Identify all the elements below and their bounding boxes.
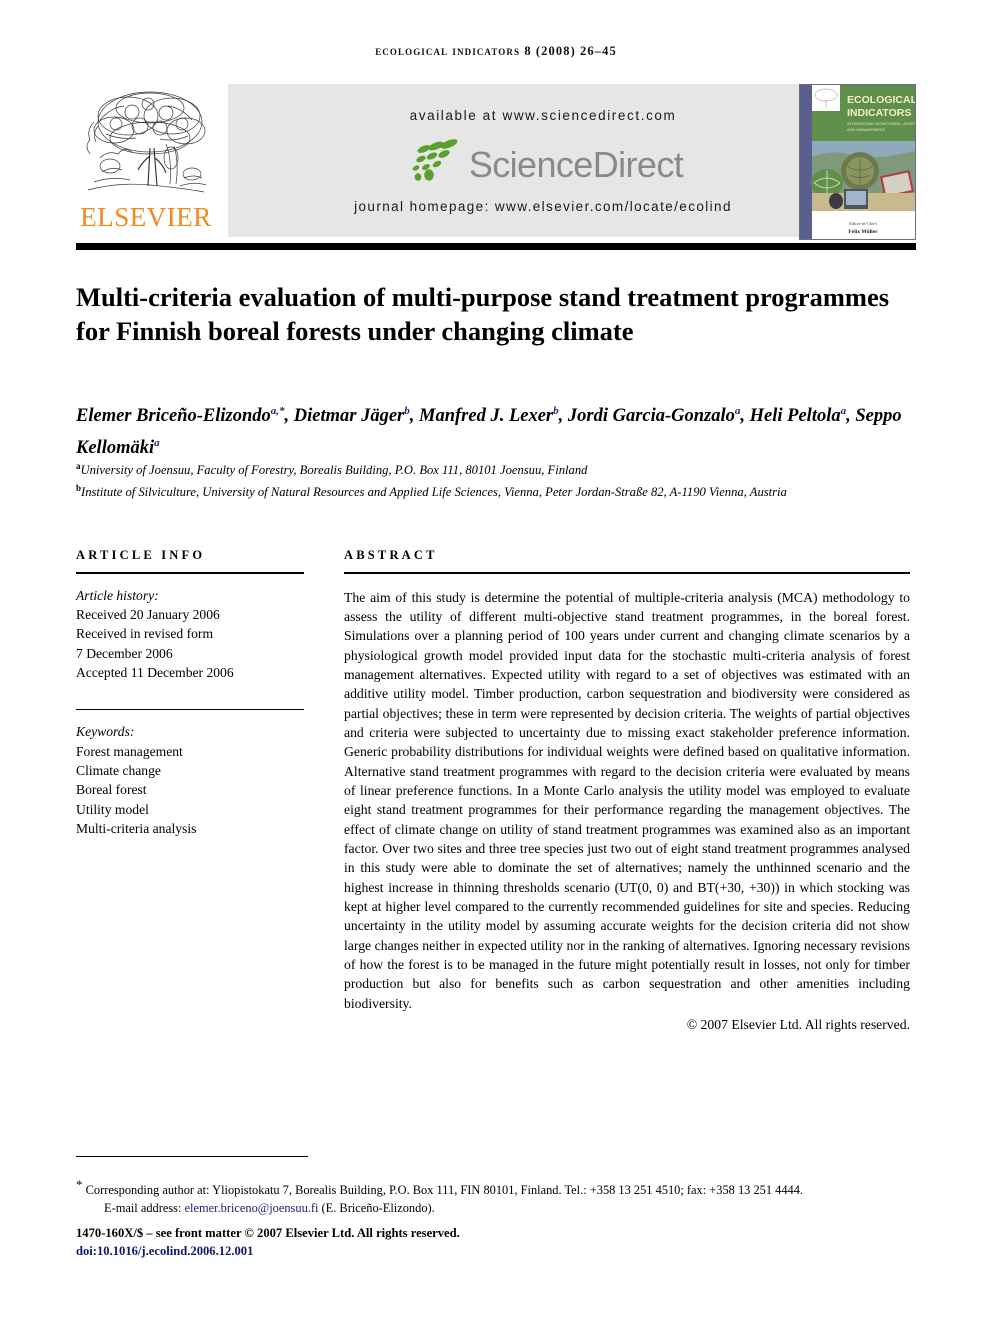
journal-homepage-text: journal homepage: www.elsevier.com/locat… [354,199,732,214]
affiliation-a: aUniversity of Joensuu, Faculty of Fores… [76,461,588,478]
article-info-heading: ARTICLE INFO [76,548,206,562]
keyword-item: Utility model [76,801,149,817]
svg-text:AND MANAGEMENT: AND MANAGEMENT [847,127,886,132]
article-history-block: Article history: Received 20 January 200… [76,586,304,683]
journal-cover-thumbnail: ECOLOGICAL INDICATORS INTEGRATING MONITO… [799,84,916,240]
svg-text:ECOLOGICAL: ECOLOGICAL [847,94,915,106]
abstract-body: The aim of this study is determine the p… [344,589,910,1011]
abstract-heading: ABSTRACT [344,548,438,562]
elsevier-wordmark: ELSEVIER [80,202,212,232]
keywords-divider [76,708,304,711]
sciencedirect-wordmark: ScienceDirect [468,144,684,185]
footer-divider-rule [76,1156,308,1158]
issn-line: 1470-160X/$ – see front matter © 2007 El… [76,1226,460,1241]
affiliation-b: bInstitute of Silviculture, University o… [76,482,787,499]
keywords-block: Keywords: Forest management Climate chan… [76,722,304,838]
keyword-item: Climate change [76,763,161,779]
journal-header-band: ELSEVIER available at www.sciencedirect.… [76,84,916,240]
history-revised-label: Received in revised form [76,626,214,642]
svg-text:Felix Müller: Felix Müller [848,229,878,235]
asterisk-icon: * [76,1177,83,1192]
sciencedirect-leaf-icon [403,137,469,185]
keyword-item: Boreal forest [76,782,147,798]
abstract-column: ABSTRACT The aim of this study is determ… [344,548,910,1035]
history-revised-date: 7 December 2006 [76,645,173,661]
history-accepted: Accepted 11 December 2006 [76,665,234,681]
available-at-text: available at www.sciencedirect.com [409,108,677,123]
history-received: Received 20 January 2006 [76,607,220,622]
affiliations: aUniversity of Joensuu, Faculty of Fores… [76,458,906,501]
sciencedirect-band: available at www.sciencedirect.com Scien… [228,84,858,237]
email-link[interactable]: elemer.briceno@joensuu.fi [185,1201,319,1215]
keyword-item: Multi-criteria analysis [76,821,197,837]
page-footer: * Corresponding author at: Yliopistokatu… [76,1176,921,1260]
footer-meta: 1470-160X/$ – see front matter © 2007 El… [76,1224,921,1260]
author-list: Elemer Briceño-Elizondoa,*, Dietmar Jäge… [76,405,902,459]
svg-text:INDICATORS: INDICATORS [847,107,911,119]
corresponding-author-note: * Corresponding author at: Yliopistokatu… [76,1177,804,1198]
doi-line[interactable]: doi:10.1016/j.ecolind.2006.12.001 [76,1242,921,1260]
abstract-copyright: © 2007 Elsevier Ltd. All rights reserved… [686,1017,910,1033]
article-first-page: Ecological Indicators 8 (2008) 26–45 [0,0,992,1323]
article-info-column: ARTICLE INFO Article history: Received 2… [76,548,304,839]
journal-running-head: Ecological Indicators 8 (2008) 26–45 [375,44,617,58]
keyword-item: Forest management [76,743,183,759]
keywords-label: Keywords: [76,724,135,740]
svg-text:Editor-in-Chief: Editor-in-Chief [849,221,877,226]
svg-text:INTEGRATING MONITORING, ASSESS: INTEGRATING MONITORING, ASSESSMENT [847,121,915,126]
history-label: Article history: [76,587,159,603]
abstract-divider [344,572,910,574]
page-title: Multi-criteria evaluation of multi-purpo… [76,281,890,346]
elsevier-tree-icon [86,91,207,193]
article-info-divider [76,572,304,574]
elsevier-logo: ELSEVIER [76,84,216,240]
sciencedirect-logo: ScienceDirect [228,139,858,191]
email-note: E-mail address: elemer.briceno@joensuu.f… [104,1200,435,1215]
header-divider-rule [76,243,916,250]
